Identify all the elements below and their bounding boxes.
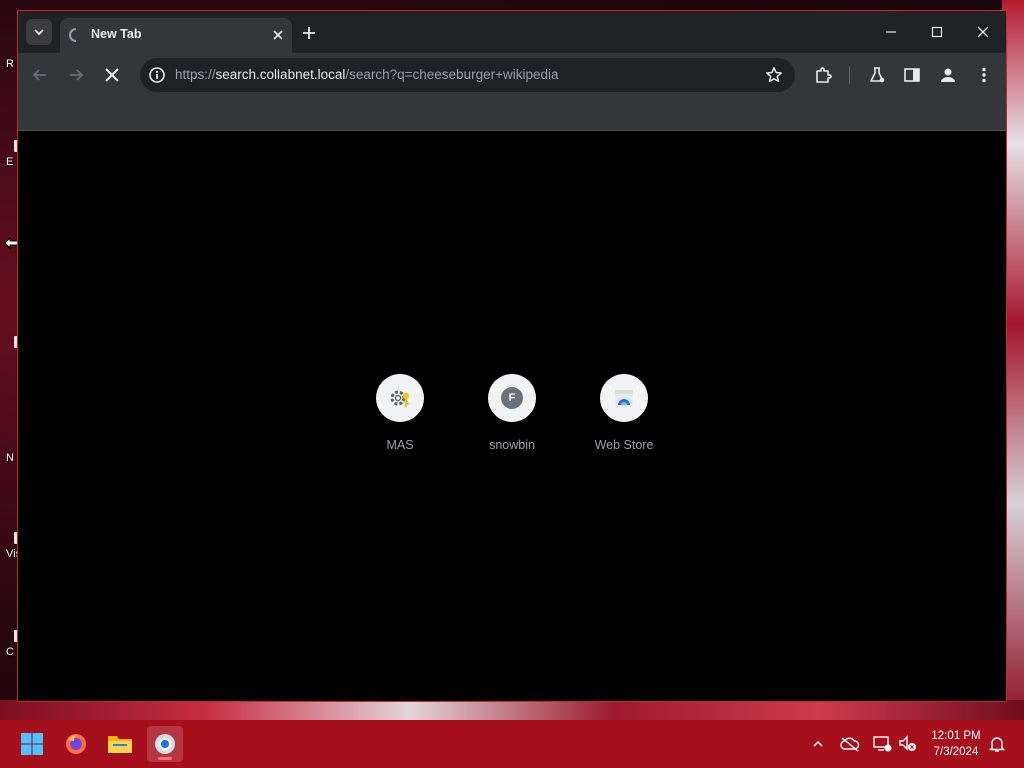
puzzle-icon [816,67,832,83]
chevron-up-icon [813,740,823,747]
side-panel-button[interactable] [901,64,923,86]
close-icon [977,26,989,38]
volume-muted-icon [899,735,916,751]
active-app-indicator [158,757,172,760]
url-scheme: https:// [175,67,216,82]
menu-button[interactable] [973,64,995,86]
desktop-icon-label[interactable]: R [6,58,14,70]
side-panel-icon [904,68,920,82]
shortcut-web-store[interactable]: Web Store [568,372,680,462]
toolbar-divider [849,66,850,84]
shortcut-snowbin[interactable]: F snowbin [456,372,568,462]
url-path: /search?q=cheeseburger+wikipedia [345,67,559,82]
arrow-right-icon [70,69,84,81]
stop-loading-button[interactable] [100,63,124,87]
web-store-icon [615,390,633,407]
windows-icon [21,733,43,755]
clock-date: 7/3/2024 [933,746,979,758]
tray-volume[interactable] [898,734,918,754]
url-text[interactable]: https://search.collabnet.local/search?q=… [175,67,559,82]
desktop-icon-label[interactable]: E [6,156,13,168]
notification-bell-icon [988,737,1006,752]
system-clock[interactable]: 12:01 PM 7/3/2024 [924,728,988,760]
network-disconnected-icon [873,736,892,752]
plus-icon [303,27,315,39]
tray-cloud-offline[interactable] [840,734,860,754]
firefox-icon [66,734,86,754]
shortcut-icon-circle [600,374,648,422]
forward-button[interactable] [64,63,88,87]
tab-new-tab[interactable]: New Tab [60,18,292,53]
tab-strip: New Tab [18,11,1006,53]
maximize-icon [931,26,943,38]
desktop-icon-label[interactable]: N [6,452,14,464]
shortcut-icon-circle: F [488,374,536,422]
extensions-button[interactable] [812,64,834,86]
url-host: search.collabnet.local [215,67,346,82]
shortcut-label: Web Store [594,438,654,452]
cloud-off-icon [840,737,860,752]
arrow-left-icon [32,69,46,81]
shortcut-mas[interactable]: MAS [344,372,456,462]
loading-spinner-icon [69,28,77,42]
new-tab-page: MAS F snowbin Web Store [18,132,1006,701]
letter-f-avatar-icon: F [501,387,523,409]
shortcut-icon-circle [376,374,424,422]
back-button[interactable] [28,63,52,87]
start-button[interactable] [14,726,50,762]
chevron-down-icon [34,29,44,36]
more-vertical-icon [982,67,986,83]
star-icon[interactable] [765,66,783,84]
gear-key-icon [390,390,410,407]
browser-toolbar: https://search.collabnet.local/search?q=… [18,53,1006,97]
tab-title: New Tab [91,27,142,41]
minimize-button[interactable] [876,19,906,45]
minimize-icon [886,31,896,33]
new-tab-button[interactable] [298,22,320,44]
flask-icon [870,67,885,83]
tray-network[interactable] [872,734,892,754]
profile-button[interactable] [937,64,959,86]
taskbar: 12:01 PM 7/3/2024 [0,720,1024,768]
taskbar-chrome[interactable] [147,726,183,762]
close-icon [105,68,119,82]
shortcut-label: MAS [386,438,414,452]
window-close-button[interactable] [968,19,998,45]
person-icon [941,68,955,82]
info-icon[interactable] [148,66,166,84]
clock-time: 12:01 PM [931,730,981,742]
tab-close-button[interactable] [270,27,286,43]
taskbar-file-explorer[interactable] [102,726,138,762]
browser-window: New Tab https://search.collabnet.local/s… [17,10,1007,702]
address-bar[interactable]: https://search.collabnet.local/search?q=… [140,58,795,92]
maximize-button[interactable] [922,19,952,45]
desktop-wallpaper-bottom [0,700,1024,722]
taskbar-firefox[interactable] [58,726,94,762]
tab-search-button[interactable] [26,19,52,45]
close-icon [273,30,283,40]
bookmarks-bar [18,97,1006,131]
labs-button[interactable] [866,64,888,86]
shortcut-label: snowbin [489,438,535,452]
chrome-icon [155,734,175,754]
desktop-icon-label[interactable]: C [6,646,14,658]
notifications-button[interactable] [987,734,1007,754]
folder-icon [108,736,132,753]
show-hidden-icons-button[interactable] [808,734,828,754]
